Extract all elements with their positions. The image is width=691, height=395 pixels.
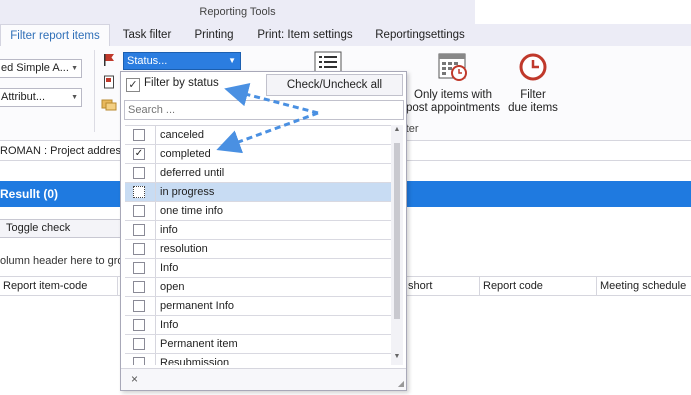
- attribute-filter-value: Attribut...: [1, 91, 46, 103]
- tab-print-item-settings[interactable]: Print: Item settings: [252, 24, 358, 46]
- item-checkbox[interactable]: [133, 167, 145, 179]
- list-item[interactable]: canceled: [125, 126, 391, 145]
- item-checkbox[interactable]: ✓: [133, 148, 145, 160]
- item-label: Info: [160, 319, 179, 331]
- check-uncheck-all-button[interactable]: Check/Uncheck all: [266, 74, 403, 96]
- list-item-selected[interactable]: in progress: [125, 183, 391, 202]
- divider: [155, 259, 156, 277]
- item-label: canceled: [160, 129, 205, 141]
- status-combo-value: Status...: [127, 55, 168, 67]
- clock-icon: [519, 53, 547, 81]
- item-label: Permanent item: [160, 338, 238, 350]
- context-tab-title: Reporting Tools: [0, 0, 475, 24]
- column-header-report-code[interactable]: Report code: [480, 277, 597, 296]
- item-checkbox[interactable]: [133, 262, 145, 274]
- group-by-hint: olumn header here to grou: [0, 255, 123, 267]
- document-icon[interactable]: [103, 75, 116, 89]
- flag-icon[interactable]: [102, 53, 116, 67]
- item-checkbox[interactable]: [133, 129, 145, 141]
- status-list: canceled ✓ completed deferred until in pr…: [125, 125, 391, 365]
- divider: [155, 240, 156, 258]
- divider: [155, 164, 156, 182]
- item-checkbox[interactable]: [133, 338, 145, 350]
- post-appointments-button[interactable]: Only items with post appointments: [403, 52, 503, 115]
- divider: [155, 145, 156, 163]
- item-label: open: [160, 281, 185, 293]
- simple-filter-value: ed Simple A...: [1, 62, 69, 74]
- item-checkbox[interactable]: [133, 243, 145, 255]
- item-label: completed: [160, 148, 211, 160]
- column-header-short[interactable]: short: [405, 277, 480, 296]
- chevron-down-icon: ▼: [228, 56, 236, 65]
- divider: [155, 316, 156, 334]
- simple-filter-combo[interactable]: ed Simple A... ▼: [0, 59, 82, 78]
- toggle-check-button[interactable]: Toggle check: [0, 219, 123, 238]
- divider: [155, 126, 156, 144]
- list-item[interactable]: Info: [125, 316, 391, 335]
- filter-due-items-button[interactable]: Filter due items: [505, 52, 561, 115]
- list-item[interactable]: permanent Info: [125, 297, 391, 316]
- item-label: deferred until: [160, 167, 225, 179]
- item-checkbox[interactable]: [133, 300, 145, 312]
- list-item[interactable]: one time info: [125, 202, 391, 221]
- list-item[interactable]: Resubmission: [125, 354, 391, 365]
- filter-by-status-checkbox[interactable]: ✓: [126, 78, 140, 92]
- title-strip: [475, 0, 691, 24]
- tab-reportingsettings[interactable]: Reportingsettings: [370, 24, 470, 46]
- list-item[interactable]: Info: [125, 259, 391, 278]
- chevron-down-icon: ▼: [71, 94, 78, 101]
- divider: [155, 202, 156, 220]
- column-header-meeting-schedule[interactable]: Meeting schedule: [597, 277, 691, 296]
- item-label: resolution: [160, 243, 208, 255]
- tab-filter-report-items[interactable]: Filter report items: [0, 24, 110, 46]
- resize-grip-icon[interactable]: ◢: [398, 379, 404, 388]
- item-checkbox[interactable]: [133, 186, 145, 198]
- folder-icon[interactable]: [101, 97, 117, 111]
- item-label: Resubmission: [160, 357, 230, 365]
- item-checkbox[interactable]: [133, 357, 145, 365]
- divider: [155, 278, 156, 296]
- vertical-scrollbar[interactable]: ▲ ▼: [391, 125, 403, 365]
- divider: [155, 183, 156, 201]
- scroll-down-icon[interactable]: ▼: [391, 353, 403, 363]
- item-checkbox[interactable]: [133, 319, 145, 331]
- chevron-down-icon: ▼: [71, 65, 78, 72]
- item-checkbox[interactable]: [133, 205, 145, 217]
- item-checkbox[interactable]: [133, 224, 145, 236]
- tab-task-filter[interactable]: Task filter: [114, 24, 180, 46]
- item-label: one time info: [160, 205, 223, 217]
- item-label: in progress: [160, 186, 215, 198]
- list-item[interactable]: open: [125, 278, 391, 297]
- divider: [155, 354, 156, 365]
- list-item[interactable]: ✓ completed: [125, 145, 391, 164]
- ribbon-separator: [94, 50, 95, 132]
- divider: [155, 221, 156, 239]
- item-label: info: [160, 224, 178, 236]
- popup-footer: × ◢: [121, 368, 406, 390]
- item-label: Info: [160, 262, 179, 274]
- item-checkbox[interactable]: [133, 281, 145, 293]
- item-label: permanent Info: [160, 300, 234, 312]
- status-filter-popup: ✓ Filter by status Check/Uncheck all can…: [120, 71, 407, 391]
- filter-due-items-label: Filter due items: [508, 89, 558, 114]
- close-icon[interactable]: ×: [131, 372, 138, 386]
- scroll-thumb[interactable]: [394, 143, 400, 319]
- divider: [155, 335, 156, 353]
- scroll-up-icon[interactable]: ▲: [391, 126, 403, 136]
- search-input[interactable]: [124, 100, 404, 120]
- calendar-clock-icon: [438, 53, 467, 81]
- list-item[interactable]: Permanent item: [125, 335, 391, 354]
- filter-by-status-label[interactable]: Filter by status: [144, 77, 219, 89]
- status-combo[interactable]: Status... ▼: [123, 52, 241, 70]
- tab-printing[interactable]: Printing: [186, 24, 242, 46]
- column-header-report-item-code[interactable]: Report item-code: [0, 277, 118, 296]
- attribute-filter-combo[interactable]: Attribut... ▼: [0, 88, 82, 107]
- list-item[interactable]: info: [125, 221, 391, 240]
- list-item[interactable]: resolution: [125, 240, 391, 259]
- divider: [155, 297, 156, 315]
- list-view-icon[interactable]: [314, 51, 342, 73]
- list-item[interactable]: deferred until: [125, 164, 391, 183]
- post-appointments-label: Only items with post appointments: [406, 89, 500, 114]
